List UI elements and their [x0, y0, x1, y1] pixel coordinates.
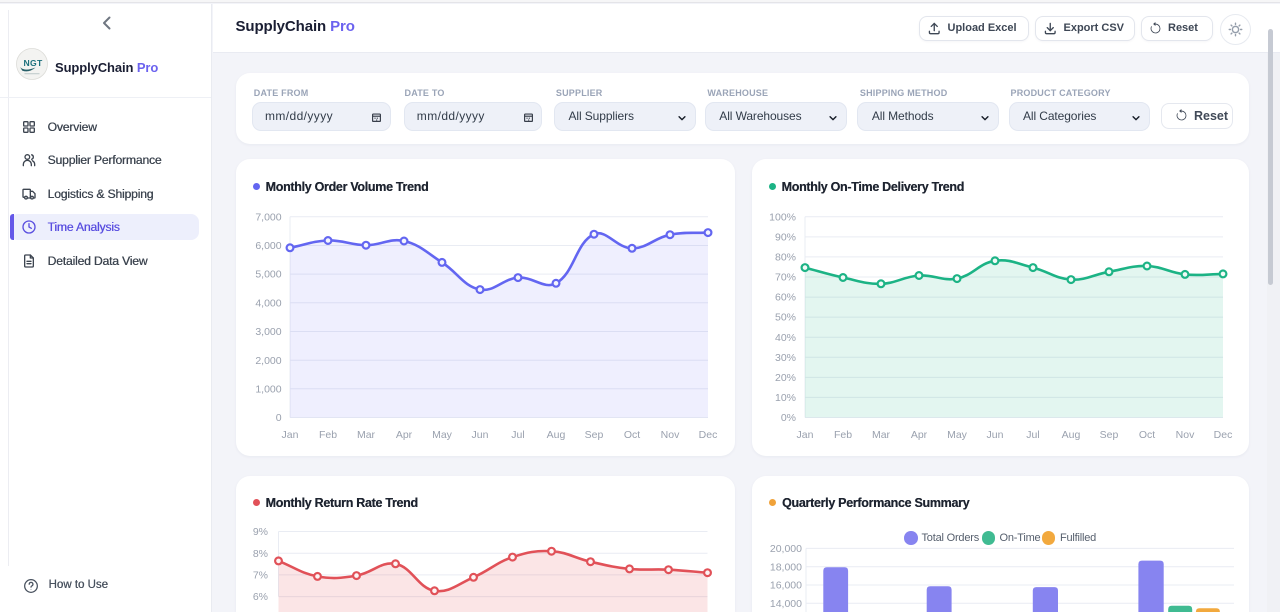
svg-text:18,000: 18,000	[770, 561, 802, 573]
svg-text:80%: 80%	[775, 251, 796, 263]
svg-text:Jun: Jun	[472, 428, 489, 440]
svg-text:May: May	[432, 428, 453, 440]
svg-text:Feb: Feb	[319, 428, 337, 440]
svg-text:4,000: 4,000	[255, 297, 281, 309]
svg-text:Dec: Dec	[699, 428, 718, 440]
svg-text:1,000: 1,000	[255, 383, 281, 395]
svg-text:Oct: Oct	[624, 428, 640, 440]
svg-text:70%: 70%	[775, 271, 796, 283]
svg-text:Jan: Jan	[282, 428, 299, 440]
svg-text:3,000: 3,000	[255, 326, 281, 338]
svg-text:30%: 30%	[775, 351, 796, 363]
svg-text:40%: 40%	[775, 331, 796, 343]
svg-text:Dec: Dec	[1214, 428, 1233, 440]
svg-text:Sep: Sep	[585, 428, 604, 440]
svg-text:Jun: Jun	[987, 428, 1004, 440]
svg-text:Jul: Jul	[1026, 428, 1039, 440]
svg-text:20,000: 20,000	[770, 543, 802, 555]
svg-text:6,000: 6,000	[255, 240, 281, 252]
svg-text:Mar: Mar	[357, 428, 376, 440]
svg-text:Nov: Nov	[1176, 428, 1195, 440]
svg-text:6%: 6%	[253, 591, 268, 603]
svg-text:Nov: Nov	[661, 428, 680, 440]
svg-text:10%: 10%	[775, 392, 796, 404]
svg-text:16,000: 16,000	[770, 580, 802, 592]
svg-text:2,000: 2,000	[255, 354, 281, 366]
svg-text:Feb: Feb	[834, 428, 852, 440]
svg-text:20%: 20%	[775, 372, 796, 384]
svg-text:0%: 0%	[781, 412, 796, 424]
svg-text:9%: 9%	[253, 526, 268, 538]
svg-text:5,000: 5,000	[255, 268, 281, 280]
svg-text:8%: 8%	[253, 548, 268, 560]
svg-text:90%: 90%	[775, 231, 796, 243]
svg-text:100%: 100%	[769, 211, 796, 223]
svg-text:NGT: NGT	[23, 58, 42, 68]
svg-text:Mar: Mar	[872, 428, 891, 440]
svg-text:Apr: Apr	[911, 428, 928, 440]
svg-text:Oct: Oct	[1139, 428, 1155, 440]
svg-text:7%: 7%	[253, 570, 268, 582]
svg-text:14,000: 14,000	[770, 598, 802, 610]
svg-text:Aug: Aug	[547, 428, 566, 440]
svg-text:50%: 50%	[775, 311, 796, 323]
svg-text:Jul: Jul	[511, 428, 524, 440]
svg-text:May: May	[947, 428, 968, 440]
svg-text:Apr: Apr	[396, 428, 413, 440]
svg-text:Jan: Jan	[797, 428, 814, 440]
svg-text:Sep: Sep	[1100, 428, 1119, 440]
svg-text:Aug: Aug	[1062, 428, 1081, 440]
svg-text:60%: 60%	[775, 291, 796, 303]
svg-text:0: 0	[276, 412, 282, 424]
svg-text:7,000: 7,000	[255, 211, 281, 223]
